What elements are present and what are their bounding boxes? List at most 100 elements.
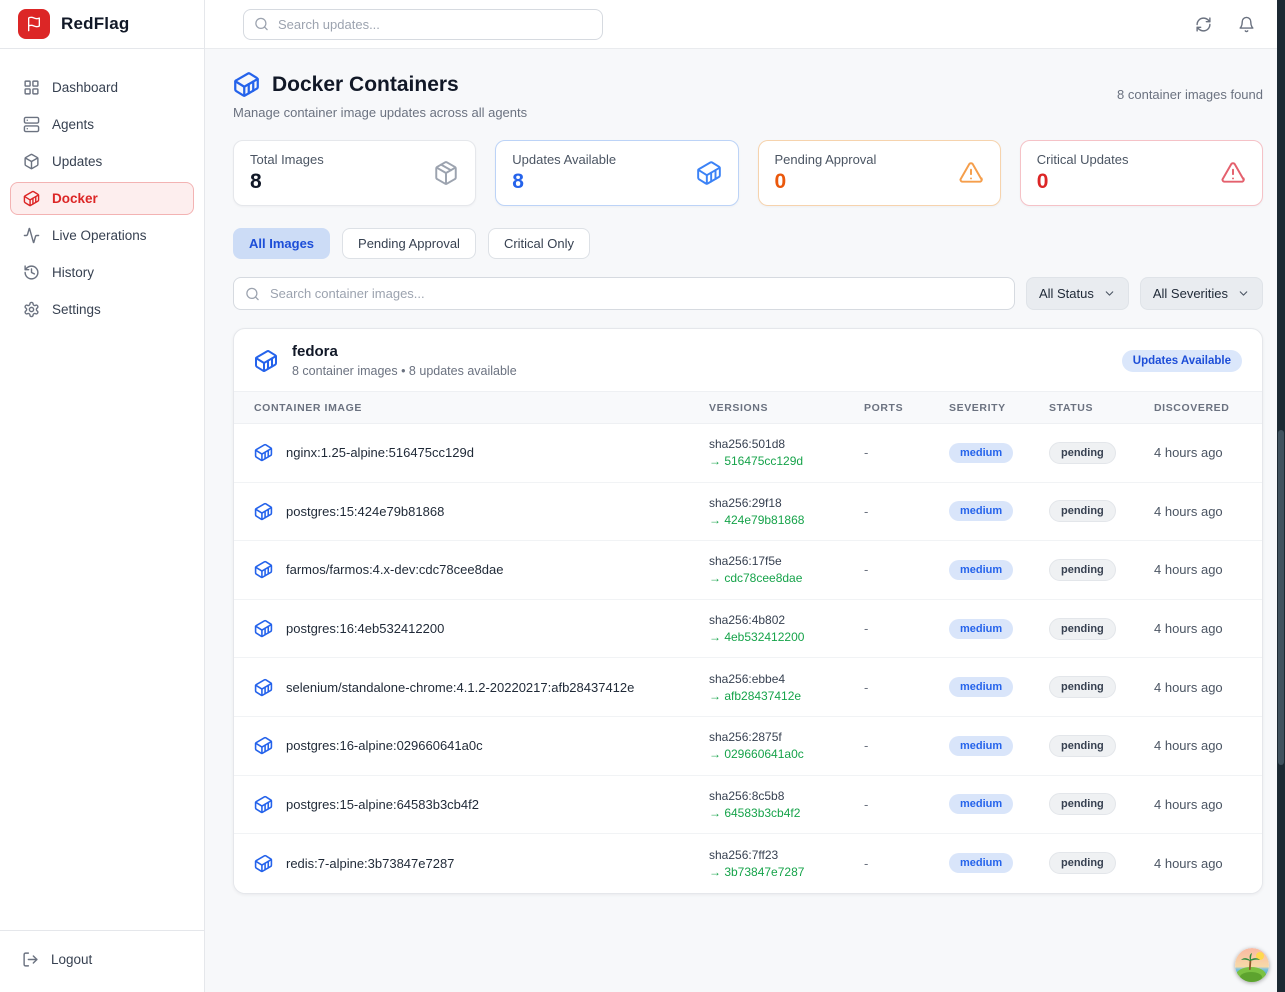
flag-icon	[29, 17, 40, 30]
version-new: → afb28437412e	[709, 689, 864, 703]
server-icon	[23, 116, 40, 133]
stat-cards: Total Images 8 Updates Available 8 Pendi…	[233, 140, 1263, 206]
container-image-name: redis:7-alpine:3b73847e7287	[286, 856, 454, 871]
activity-icon	[23, 227, 40, 244]
stat-value: 8	[512, 170, 616, 194]
version-current: sha256:501d8	[709, 437, 864, 451]
severity-badge: medium	[949, 794, 1013, 814]
ports-value: -	[864, 621, 949, 636]
severity-badge: medium	[949, 560, 1013, 580]
discovered-value: 4 hours ago	[1154, 738, 1238, 753]
sidebar-item-dashboard[interactable]: Dashboard	[10, 71, 194, 104]
table-row[interactable]: nginx:1.25-alpine:516475cc129d sha256:50…	[234, 424, 1262, 483]
box-icon	[23, 153, 40, 170]
version-current: sha256:29f18	[709, 496, 864, 510]
logout-icon	[22, 951, 39, 968]
version-new: → 4eb532412200	[709, 630, 864, 644]
refresh-icon	[1195, 16, 1212, 33]
container-search	[233, 277, 1015, 310]
status-badge: pending	[1049, 676, 1116, 698]
tab-pending-approval[interactable]: Pending Approval	[342, 228, 476, 259]
sidebar-item-updates[interactable]: Updates	[10, 145, 194, 178]
status-badge: pending	[1049, 559, 1116, 581]
container-image-name: farmos/farmos:4.x-dev:cdc78cee8dae	[286, 562, 504, 577]
logout-button[interactable]: Logout	[18, 945, 186, 974]
table-row[interactable]: postgres:16:4eb532412200 sha256:4b802 → …	[234, 600, 1262, 659]
sidebar-item-docker[interactable]: Docker	[10, 182, 194, 215]
discovered-value: 4 hours ago	[1154, 856, 1238, 871]
gear-icon	[23, 301, 40, 318]
topbar-search	[243, 9, 603, 40]
severity-badge: medium	[949, 501, 1013, 521]
status-select[interactable]: All Status	[1026, 277, 1129, 310]
discovered-value: 4 hours ago	[1154, 797, 1238, 812]
status-badge: pending	[1049, 618, 1116, 640]
redflag-logo	[18, 9, 50, 39]
notifications-button[interactable]	[1236, 14, 1257, 35]
version-new: → 029660641a0c	[709, 747, 864, 761]
sidebar-item-agents[interactable]: Agents	[10, 108, 194, 141]
container-icon	[254, 619, 273, 638]
discovered-value: 4 hours ago	[1154, 621, 1238, 636]
discovered-value: 4 hours ago	[1154, 504, 1238, 519]
topbar	[205, 0, 1285, 49]
page-title: Docker Containers	[272, 73, 459, 97]
main-area: Docker Containers Manage container image…	[205, 0, 1285, 992]
tab-all-images[interactable]: All Images	[233, 228, 330, 259]
sidebar-item-label: Docker	[52, 191, 98, 206]
container-image-name: postgres:15:424e79b81868	[286, 504, 444, 519]
version-new: → 424e79b81868	[709, 513, 864, 527]
filter-row: All Status All Severities	[233, 277, 1263, 310]
severity-select[interactable]: All Severities	[1140, 277, 1263, 310]
sidebar-footer: Logout	[0, 930, 204, 992]
col-container-image: CONTAINER IMAGE	[254, 402, 709, 414]
discovered-value: 4 hours ago	[1154, 562, 1238, 577]
stat-label: Critical Updates	[1037, 152, 1129, 167]
ports-value: -	[864, 445, 949, 460]
container-icon	[254, 678, 273, 697]
container-search-input[interactable]	[233, 277, 1015, 310]
sidebar-item-live-operations[interactable]: Live Operations	[10, 219, 194, 252]
severity-badge: medium	[949, 736, 1013, 756]
stat-label: Updates Available	[512, 152, 616, 167]
container-icon	[254, 736, 273, 755]
stat-card-updates-available: Updates Available 8	[495, 140, 738, 206]
table-row[interactable]: farmos/farmos:4.x-dev:cdc78cee8dae sha25…	[234, 541, 1262, 600]
ports-value: -	[864, 680, 949, 695]
container-icon	[233, 71, 260, 98]
table-row[interactable]: postgres:15:424e79b81868 sha256:29f18 → …	[234, 483, 1262, 542]
col-versions: VERSIONS	[709, 402, 864, 414]
table-row[interactable]: postgres:15-alpine:64583b3cb4f2 sha256:8…	[234, 776, 1262, 835]
table-row[interactable]: redis:7-alpine:3b73847e7287 sha256:7ff23…	[234, 834, 1262, 893]
table-row[interactable]: selenium/standalone-chrome:4.1.2-2022021…	[234, 658, 1262, 717]
version-current: sha256:ebbe4	[709, 672, 864, 686]
scrollbar-thumb[interactable]	[1278, 430, 1284, 765]
container-image-name: postgres:16:4eb532412200	[286, 621, 444, 636]
container-icon	[254, 349, 278, 373]
container-image-name: selenium/standalone-chrome:4.1.2-2022021…	[286, 680, 634, 695]
page-header: Docker Containers Manage container image…	[233, 71, 1263, 120]
updates-search-input[interactable]	[243, 9, 603, 40]
version-current: sha256:4b802	[709, 613, 864, 627]
stat-label: Total Images	[250, 152, 324, 167]
tab-critical-only[interactable]: Critical Only	[488, 228, 590, 259]
refresh-button[interactable]	[1193, 14, 1214, 35]
content: Docker Containers Manage container image…	[205, 49, 1285, 992]
version-new: → 3b73847e7287	[709, 865, 864, 879]
container-icon	[254, 560, 273, 579]
severity-badge: medium	[949, 443, 1013, 463]
sidebar-item-label: Agents	[52, 117, 94, 132]
container-icon	[254, 854, 273, 873]
sidebar-item-settings[interactable]: Settings	[10, 293, 194, 326]
chevron-down-icon	[1237, 287, 1250, 300]
app-name: RedFlag	[61, 14, 129, 34]
island-extension-icon[interactable]	[1235, 948, 1269, 982]
table-row[interactable]: postgres:16-alpine:029660641a0c sha256:2…	[234, 717, 1262, 776]
updates-available-badge: Updates Available	[1122, 350, 1242, 372]
scrollbar[interactable]	[1277, 0, 1285, 992]
sidebar-item-history[interactable]: History	[10, 256, 194, 289]
chevron-down-icon	[1103, 287, 1116, 300]
discovered-value: 4 hours ago	[1154, 445, 1238, 460]
stat-label: Pending Approval	[775, 152, 877, 167]
col-discovered: DISCOVERED	[1154, 402, 1238, 414]
